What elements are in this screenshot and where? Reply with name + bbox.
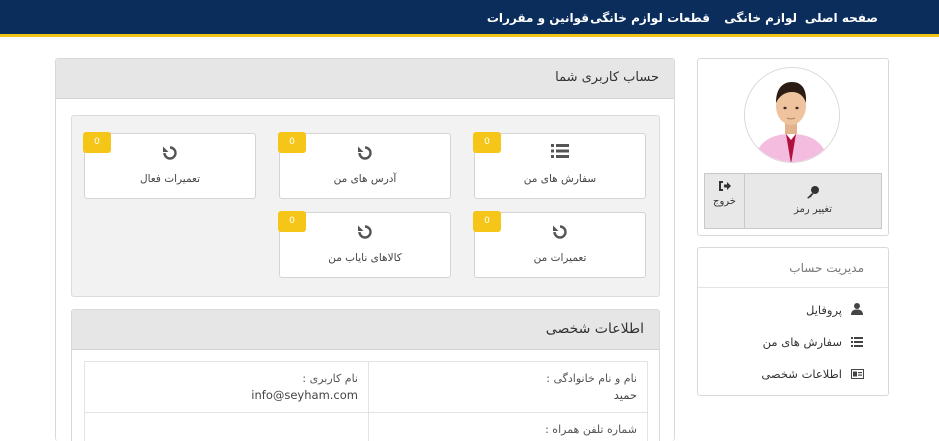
menu-item-personal-info[interactable]: اطلاعات شخصی [761, 367, 864, 382]
menu-item-label: اطلاعات شخصی [761, 367, 842, 381]
id-card-icon [850, 368, 864, 382]
user-icon [850, 303, 864, 318]
list-icon [475, 144, 645, 162]
change-password-label: تغییر رمز [793, 204, 833, 215]
info-cell-empty [84, 412, 369, 441]
profile-card: تغییر رمز خروج [697, 58, 889, 236]
menu-item-label: سفارش های من [762, 335, 842, 349]
menu-item-label: پروفایل [805, 303, 842, 317]
info-cell-mobile: شماره تلفن همراه : [368, 412, 648, 441]
info-cell-username: نام کاربری : info@seyham.com [84, 361, 369, 413]
mobile-label: شماره تلفن همراه : [545, 423, 637, 436]
refresh-icon [280, 144, 450, 166]
sign-out-icon [705, 180, 744, 195]
nav-item-rules[interactable]: قوانین و مقررات [487, 11, 589, 25]
personal-info-title: اطلاعات شخصی [545, 321, 644, 337]
nav-item-home[interactable]: صفحه اصلی [805, 11, 878, 25]
username-value: info@seyham.com [251, 388, 358, 402]
nav-item-appliance-parts[interactable]: قطعات لوازم خانگی [590, 11, 710, 25]
refresh-icon [85, 144, 255, 166]
logout-button[interactable]: خروج [704, 173, 745, 229]
logout-label: خروج [713, 196, 736, 207]
tile-label: تعمیرات من [533, 252, 587, 264]
user-avatar [744, 67, 840, 163]
tile-my-orders[interactable]: 0 سفارش های من [473, 132, 646, 199]
account-panel-header: حساب کاربری شما [56, 59, 674, 99]
menu-item-profile[interactable]: پروفایل [806, 303, 864, 318]
fullname-label: نام و نام خانوادگی : [546, 372, 637, 385]
tiles-container: 0 سفارش های من 0 آدرس های من 0 تعمیرات ف… [71, 115, 660, 297]
tile-my-addresses[interactable]: 0 آدرس های من [278, 132, 451, 199]
tile-label: تعمیرات فعال [139, 173, 201, 185]
personal-info-panel: اطلاعات شخصی نام و نام خانوادگی : حمید ن… [71, 309, 660, 441]
personal-info-header: اطلاعات شخصی [72, 310, 659, 350]
change-password-button[interactable]: تغییر رمز [744, 173, 882, 229]
tile-active-repairs[interactable]: 0 تعمیرات فعال [83, 132, 256, 199]
tile-label: سفارش های من [523, 173, 597, 185]
tile-label: آدرس های من [333, 173, 397, 185]
menu-item-my-orders[interactable]: سفارش های من [763, 335, 864, 350]
account-panel: حساب کاربری شما 0 سفارش های من 0 آدرس ها… [55, 58, 675, 441]
account-menu-title: مدیریت حساب [789, 261, 864, 275]
fullname-value: حمید [613, 388, 637, 402]
list-icon [850, 336, 864, 350]
info-cell-fullname: نام و نام خانوادگی : حمید [368, 361, 648, 413]
tile-my-rare-items[interactable]: 0 کالاهای نایاب من [278, 211, 451, 278]
nav-item-home-appliances[interactable]: لوازم خانگی [724, 11, 797, 25]
username-label: نام کاربری : [302, 372, 358, 385]
account-panel-title: حساب کاربری شما [555, 70, 659, 85]
tile-my-repairs[interactable]: 0 تعمیرات من [473, 211, 646, 278]
top-navbar: صفحه اصلی لوازم خانگی قطعات لوازم خانگی … [0, 0, 939, 37]
key-icon [745, 185, 881, 202]
account-menu: مدیریت حساب پروفایل سفارش های من اطلاعات… [697, 247, 889, 396]
refresh-icon [280, 223, 450, 245]
refresh-icon [475, 223, 645, 245]
account-menu-header: مدیریت حساب [698, 248, 888, 288]
tile-label: کالاهای نایاب من [328, 252, 402, 264]
